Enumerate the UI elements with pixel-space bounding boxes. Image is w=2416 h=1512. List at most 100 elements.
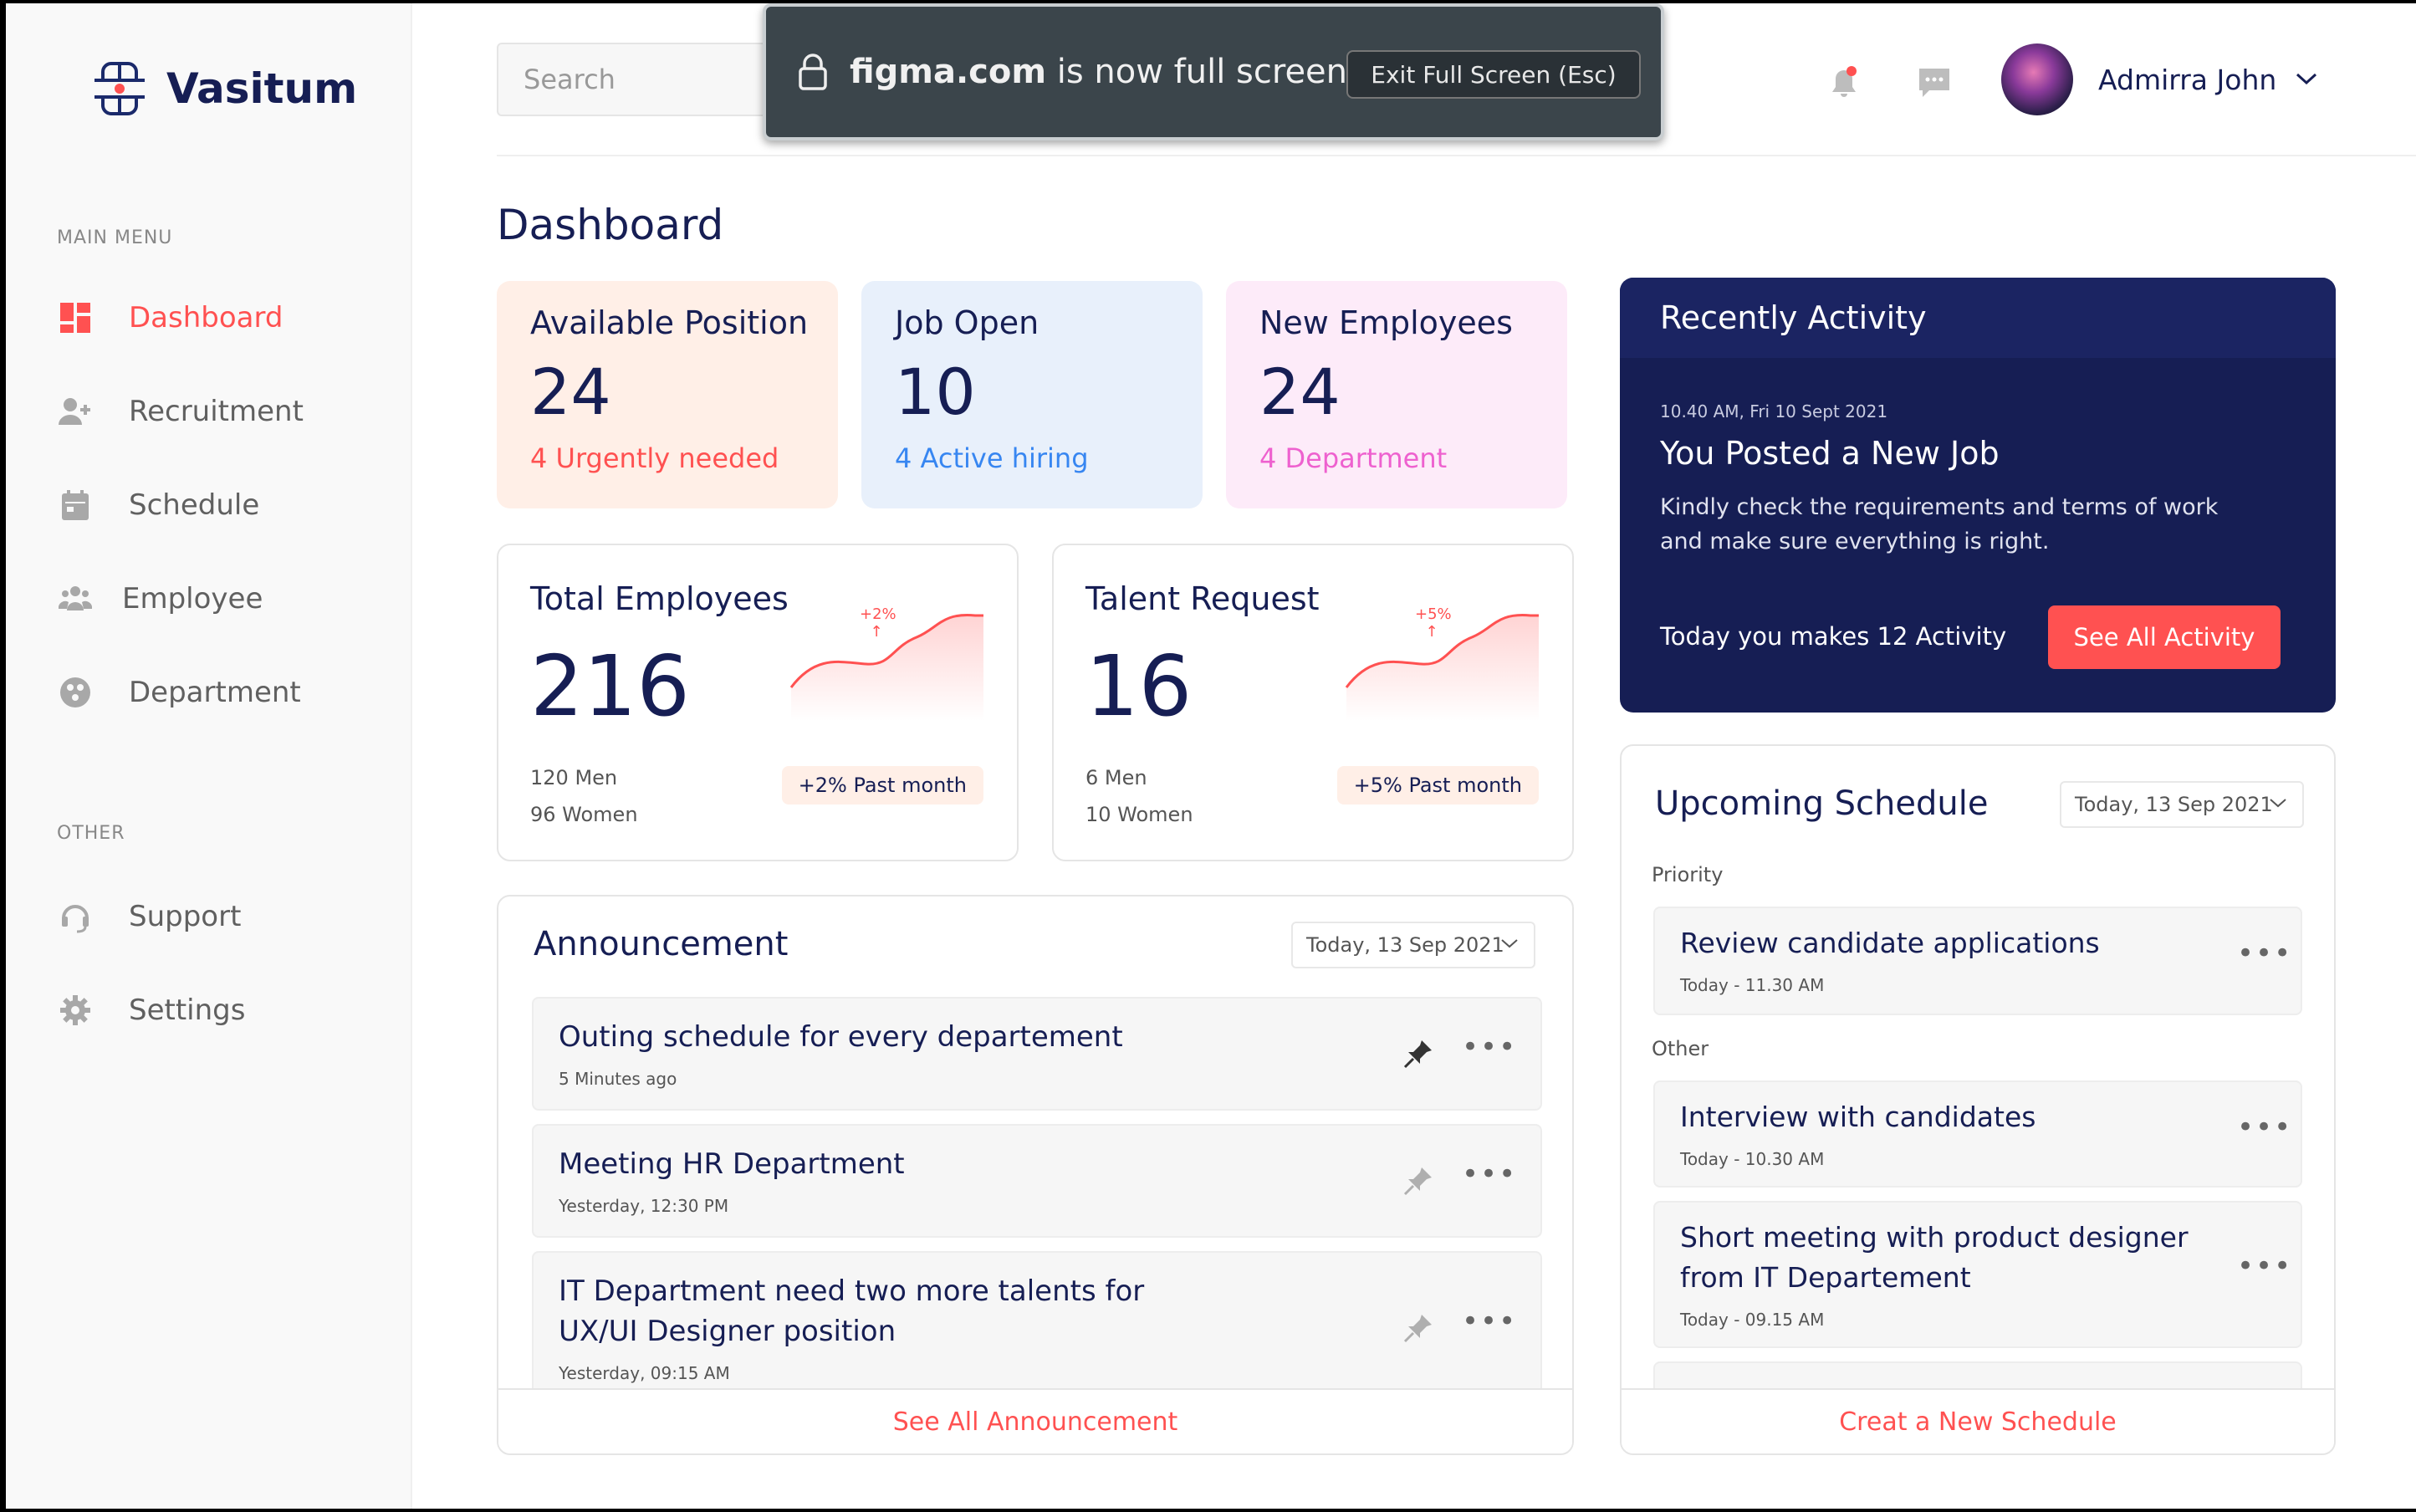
announcement-item-title: Outing schedule for every departement bbox=[559, 1020, 1123, 1054]
schedule-date-select[interactable]: Today, 13 Sep 2021 bbox=[2060, 781, 2304, 828]
page-title: Dashboard bbox=[497, 201, 724, 249]
more-options-icon[interactable]: ••• bbox=[1462, 1030, 1517, 1064]
pin-icon[interactable] bbox=[1402, 1164, 1435, 1198]
schedule-item[interactable]: Short meeting with product designer from… bbox=[1653, 1201, 2302, 1348]
stat-value: 24 bbox=[530, 355, 611, 429]
arrow-up-icon: ↑ bbox=[1425, 623, 1438, 641]
stat-card-available-position[interactable]: Available Position 24 4 Urgently needed bbox=[497, 281, 838, 508]
pin-icon[interactable] bbox=[1402, 1037, 1435, 1070]
men-count: 120 Men bbox=[530, 766, 618, 789]
sidebar-item-label: Support bbox=[129, 900, 242, 933]
see-all-announcement-link[interactable]: See All Announcement bbox=[498, 1388, 1572, 1453]
sidebar-item-label: Settings bbox=[129, 994, 246, 1027]
announcement-title: Announcement bbox=[534, 925, 789, 963]
people-icon bbox=[57, 580, 94, 617]
user-name: Admirra John bbox=[2098, 63, 2277, 96]
stat-title: New Employees bbox=[1259, 304, 1513, 341]
activity-header: Recently Activity bbox=[1620, 278, 2336, 358]
schedule-item-title: Interview with candidates bbox=[1680, 1101, 2036, 1133]
card-title: Talent Request bbox=[1085, 580, 1320, 617]
stat-card-new-employees[interactable]: New Employees 24 4 Department bbox=[1226, 281, 1567, 508]
other-label: OTHER bbox=[57, 823, 125, 844]
schedule-item[interactable]: Interview with candidates Today - 10.30 … bbox=[1653, 1080, 2302, 1188]
sidebar-item-recruitment[interactable]: Recruitment bbox=[57, 386, 375, 437]
create-schedule-link[interactable]: Creat a New Schedule bbox=[1622, 1388, 2334, 1453]
women-count: 10 Women bbox=[1085, 803, 1193, 826]
date-value: Today, 13 Sep 2021 bbox=[2075, 793, 2273, 816]
more-options-icon[interactable]: ••• bbox=[1462, 1305, 1517, 1338]
gear-icon bbox=[57, 992, 94, 1029]
exit-fullscreen-button[interactable]: Exit Full Screen (Esc) bbox=[1346, 50, 1641, 99]
date-value: Today, 13 Sep 2021 bbox=[1306, 933, 1504, 957]
logo-icon bbox=[94, 62, 145, 115]
announcement-date-select[interactable]: Today, 13 Sep 2021 bbox=[1291, 922, 1535, 968]
schedule-item[interactable]: Review candidate applications Today - 11… bbox=[1653, 907, 2302, 1015]
more-options-icon[interactable]: ••• bbox=[2237, 937, 2292, 970]
schedule-item-time: Today - 09.15 AM bbox=[1680, 1310, 1825, 1330]
more-options-icon[interactable]: ••• bbox=[2237, 1249, 2292, 1283]
see-all-activity-button[interactable]: See All Activity bbox=[2048, 605, 2281, 669]
women-count: 96 Women bbox=[530, 803, 638, 826]
department-icon bbox=[57, 674, 94, 711]
change-badge: +2% Past month bbox=[781, 766, 983, 805]
more-options-icon[interactable]: ••• bbox=[1462, 1157, 1517, 1191]
topbar-divider bbox=[497, 155, 2416, 156]
stat-subtitle: 4 Department bbox=[1259, 442, 1448, 474]
app-window: Vasitum MAIN MENU Dashboard Recruitment … bbox=[6, 3, 2416, 1509]
stat-value: 10 bbox=[895, 355, 976, 429]
recent-activity-card: Recently Activity 10.40 AM, Fri 10 Sept … bbox=[1620, 278, 2336, 713]
card-value: 16 bbox=[1085, 637, 1193, 735]
sidebar-item-schedule[interactable]: Schedule bbox=[57, 480, 375, 530]
schedule-item-title: Short meeting with product designer from… bbox=[1680, 1221, 2189, 1294]
stat-subtitle: 4 Active hiring bbox=[895, 442, 1089, 474]
sidebar-item-dashboard[interactable]: Dashboard bbox=[57, 293, 375, 343]
search-input[interactable]: Search bbox=[497, 43, 781, 116]
announcement-item-time: Yesterday, 12:30 PM bbox=[559, 1196, 729, 1216]
chevron-down-icon bbox=[2296, 73, 2317, 85]
announcement-item-title: IT Department need two more talents for … bbox=[559, 1274, 1145, 1348]
more-options-icon[interactable]: ••• bbox=[2237, 1111, 2292, 1144]
announcement-card: Announcement Today, 13 Sep 2021 Outing s… bbox=[497, 895, 1574, 1455]
brand-logo[interactable]: Vasitum bbox=[86, 55, 357, 122]
add-user-icon bbox=[57, 393, 94, 430]
fullscreen-notice: figma.com is now full screen Exit Full S… bbox=[763, 3, 1664, 140]
change-badge: +5% Past month bbox=[1336, 766, 1539, 805]
message-icon[interactable] bbox=[1916, 64, 1953, 100]
main-menu-label: MAIN MENU bbox=[57, 227, 173, 248]
activity-description: Kindly check the requirements and terms … bbox=[1660, 494, 2219, 554]
sidebar-item-label: Schedule bbox=[129, 488, 260, 522]
announcement-item-title: Meeting HR Department bbox=[559, 1147, 905, 1181]
announcement-item-time: 5 Minutes ago bbox=[559, 1069, 677, 1089]
announcement-item[interactable]: Meeting HR Department Yesterday, 12:30 P… bbox=[532, 1124, 1542, 1238]
search-placeholder: Search bbox=[524, 64, 615, 95]
fullscreen-message: figma.com is now full screen bbox=[850, 53, 1348, 91]
user-menu[interactable]: Admirra John bbox=[2001, 43, 2318, 115]
activity-title: Recently Activity bbox=[1660, 299, 1927, 336]
trend-change: +2% ↑ bbox=[860, 605, 896, 641]
notification-bell-icon[interactable] bbox=[1826, 64, 1862, 100]
pin-icon[interactable] bbox=[1402, 1311, 1435, 1345]
sidebar-item-label: Department bbox=[129, 676, 301, 709]
schedule-item-title: Review candidate applications bbox=[1680, 927, 2100, 959]
stat-value: 24 bbox=[1259, 355, 1341, 429]
activity-count: Today you makes 12 Activity bbox=[1660, 622, 2007, 651]
stat-subtitle: 4 Urgently needed bbox=[530, 442, 779, 474]
sidebar-item-settings[interactable]: Settings bbox=[57, 985, 375, 1035]
chevron-down-icon bbox=[1501, 939, 1518, 948]
stat-card-job-open[interactable]: Job Open 10 4 Active hiring bbox=[861, 281, 1203, 508]
sidebar-item-employee[interactable]: Employee bbox=[57, 574, 375, 624]
activity-headline: You Posted a New Job bbox=[1660, 435, 2000, 472]
stat-title: Job Open bbox=[895, 304, 1039, 341]
activity-time: 10.40 AM, Fri 10 Sept 2021 bbox=[1660, 401, 1888, 421]
talent-request-card[interactable]: Talent Request 16 +5% ↑ 6 Men 10 Women +5… bbox=[1052, 544, 1574, 861]
calendar-icon bbox=[57, 487, 94, 524]
announcement-item-time: Yesterday, 09:15 AM bbox=[559, 1363, 730, 1383]
sidebar-item-department[interactable]: Department bbox=[57, 667, 375, 718]
sidebar-item-support[interactable]: Support bbox=[57, 891, 375, 942]
announcement-item[interactable]: IT Department need two more talents for … bbox=[532, 1251, 1542, 1410]
schedule-item-time: Today - 10.30 AM bbox=[1680, 1149, 1825, 1169]
avatar bbox=[2001, 43, 2073, 115]
sidebar: Vasitum MAIN MENU Dashboard Recruitment … bbox=[6, 3, 412, 1509]
announcement-item[interactable]: Outing schedule for every departement 5 … bbox=[532, 997, 1542, 1111]
total-employees-card[interactable]: Total Employees 216 +2% ↑ 120 Men 96 Wome… bbox=[497, 544, 1019, 861]
